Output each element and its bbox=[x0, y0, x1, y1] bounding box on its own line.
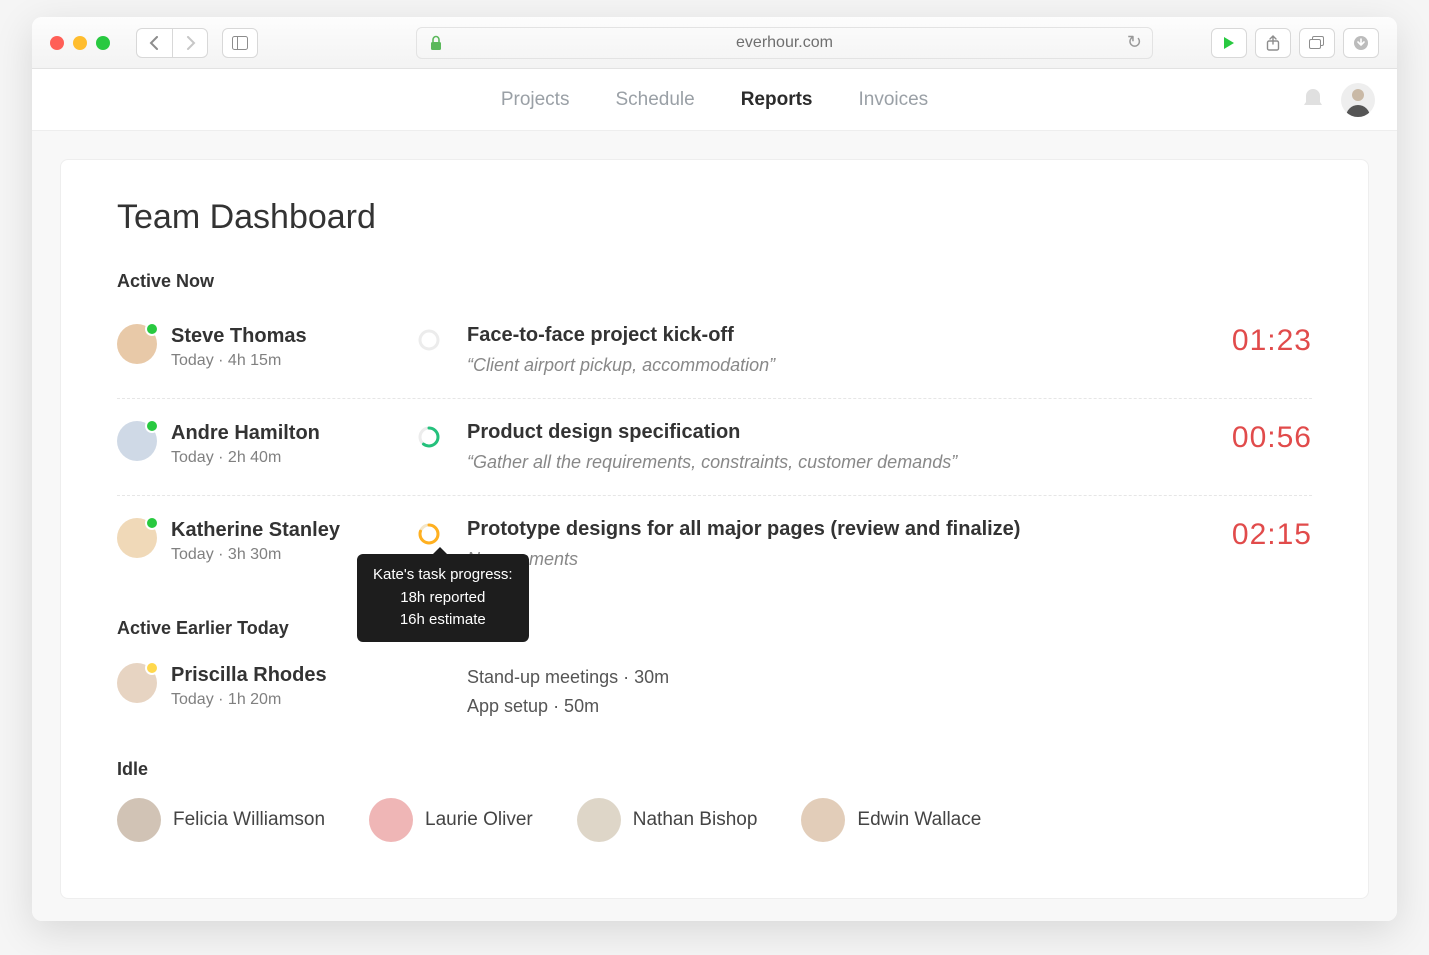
forward-button[interactable] bbox=[172, 28, 208, 58]
window-controls bbox=[50, 36, 110, 50]
active-row: Katherine Stanley Today · 3h 30m Prototy… bbox=[117, 496, 1312, 592]
close-window-icon[interactable] bbox=[50, 36, 64, 50]
user-name[interactable]: Steve Thomas bbox=[171, 324, 307, 348]
minimize-window-icon[interactable] bbox=[73, 36, 87, 50]
address-bar[interactable]: everhour.com ↻ bbox=[416, 27, 1153, 59]
user-meta: Today · 2h 40m bbox=[171, 449, 320, 467]
nav-projects[interactable]: Projects bbox=[501, 89, 570, 111]
task-note: “Client airport pickup, accommodation” bbox=[467, 355, 775, 376]
timer-value: 00:56 bbox=[1232, 421, 1312, 455]
tooltip-line: Kate's task progress: bbox=[373, 564, 513, 587]
content-area: Team Dashboard Active Now Steve Thomas T… bbox=[32, 131, 1397, 921]
lock-icon bbox=[429, 35, 443, 51]
downloads-button[interactable] bbox=[1343, 28, 1379, 58]
back-button[interactable] bbox=[136, 28, 172, 58]
avatar bbox=[117, 798, 161, 842]
play-button[interactable] bbox=[1211, 28, 1247, 58]
play-icon bbox=[1224, 37, 1234, 49]
dashboard-card: Team Dashboard Active Now Steve Thomas T… bbox=[60, 159, 1369, 899]
tooltip-line: 18h reported bbox=[373, 587, 513, 610]
task-name[interactable]: Face-to-face project kick-off bbox=[467, 324, 775, 347]
idle-name: Edwin Wallace bbox=[857, 809, 981, 831]
sidebar-toggle-button[interactable] bbox=[222, 28, 258, 58]
user-avatar[interactable] bbox=[1341, 83, 1375, 117]
toolbar-right bbox=[1211, 28, 1379, 58]
browser-titlebar: everhour.com ↻ bbox=[32, 17, 1397, 69]
presence-indicator-icon bbox=[145, 419, 159, 433]
active-row: Andre Hamilton Today · 2h 40m Product de… bbox=[117, 399, 1312, 496]
page-title: Team Dashboard bbox=[117, 198, 1312, 237]
idle-list: Felicia Williamson Laurie Oliver Nathan … bbox=[117, 798, 1312, 842]
avatar bbox=[369, 798, 413, 842]
task-name[interactable]: Product design specification bbox=[467, 421, 957, 444]
nav-arrows bbox=[136, 28, 208, 58]
presence-indicator-icon bbox=[145, 322, 159, 336]
progress-ring-icon[interactable] bbox=[417, 522, 441, 546]
progress-tooltip: Kate's task progress: 18h reported 16h e… bbox=[357, 554, 529, 642]
maximize-window-icon[interactable] bbox=[96, 36, 110, 50]
progress-ring-icon bbox=[417, 425, 441, 449]
nav-schedule[interactable]: Schedule bbox=[615, 89, 694, 111]
task-note: “Gather all the requirements, constraint… bbox=[467, 452, 957, 473]
user-name[interactable]: Katherine Stanley bbox=[171, 518, 340, 542]
user-name[interactable]: Andre Hamilton bbox=[171, 421, 320, 445]
app-nav: Projects Schedule Reports Invoices bbox=[32, 69, 1397, 131]
user-meta: Today · 4h 15m bbox=[171, 352, 307, 370]
section-active-now-title: Active Now bbox=[117, 271, 1312, 292]
avatar[interactable] bbox=[117, 421, 157, 461]
task-name[interactable]: Prototype designs for all major pages (r… bbox=[467, 518, 1020, 541]
avatar[interactable] bbox=[117, 324, 157, 364]
task-line: App setup · 50m bbox=[467, 692, 669, 721]
reload-icon[interactable]: ↻ bbox=[1127, 32, 1142, 53]
idle-name: Laurie Oliver bbox=[425, 809, 533, 831]
timer-value: 02:15 bbox=[1232, 518, 1312, 552]
section-idle-title: Idle bbox=[117, 759, 1312, 780]
idle-person[interactable]: Nathan Bishop bbox=[577, 798, 758, 842]
tabs-button[interactable] bbox=[1299, 28, 1335, 58]
user-name[interactable]: Priscilla Rhodes bbox=[171, 663, 327, 687]
idle-name: Felicia Williamson bbox=[173, 809, 325, 831]
idle-person[interactable]: Laurie Oliver bbox=[369, 798, 533, 842]
nav-invoices[interactable]: Invoices bbox=[858, 89, 928, 111]
task-note: No comments bbox=[467, 549, 1020, 570]
user-meta: Today · 3h 30m bbox=[171, 546, 340, 564]
earlier-row: Priscilla Rhodes Today · 1h 20m Stand-up… bbox=[117, 649, 1312, 735]
presence-indicator-icon bbox=[145, 516, 159, 530]
tooltip-line: 16h estimate bbox=[373, 609, 513, 632]
section-earlier-title: Active Earlier Today bbox=[117, 618, 1312, 639]
notifications-icon[interactable] bbox=[1303, 86, 1323, 114]
share-button[interactable] bbox=[1255, 28, 1291, 58]
browser-window: everhour.com ↻ Projects Schedule Reports… bbox=[32, 17, 1397, 921]
task-line: Stand-up meetings · 30m bbox=[467, 663, 669, 692]
avatar bbox=[577, 798, 621, 842]
avatar[interactable] bbox=[117, 518, 157, 558]
presence-indicator-icon bbox=[145, 661, 159, 675]
avatar[interactable] bbox=[117, 663, 157, 703]
timer-value: 01:23 bbox=[1232, 324, 1312, 358]
avatar bbox=[801, 798, 845, 842]
url-text: everhour.com bbox=[736, 34, 833, 52]
earlier-task-lines: Stand-up meetings · 30m App setup · 50m bbox=[467, 663, 669, 721]
progress-ring-icon bbox=[417, 328, 441, 352]
idle-person[interactable]: Edwin Wallace bbox=[801, 798, 981, 842]
user-meta: Today · 1h 20m bbox=[171, 691, 327, 709]
nav-reports[interactable]: Reports bbox=[741, 89, 813, 111]
active-row: Steve Thomas Today · 4h 15m Face-to-face… bbox=[117, 302, 1312, 399]
idle-name: Nathan Bishop bbox=[633, 809, 758, 831]
idle-person[interactable]: Felicia Williamson bbox=[117, 798, 325, 842]
